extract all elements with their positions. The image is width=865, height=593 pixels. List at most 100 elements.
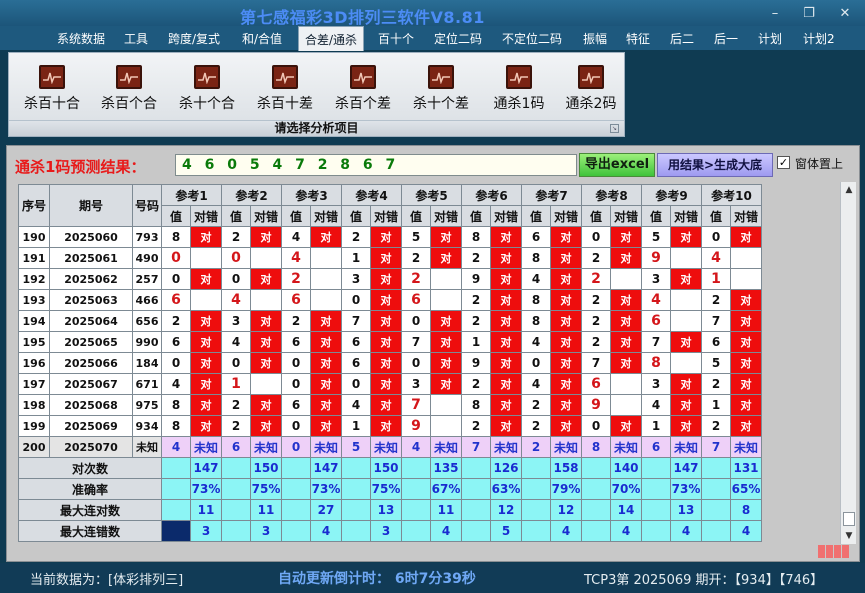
menu-item-10[interactable]: 后二 — [670, 30, 694, 47]
ref-value: 1 — [641, 415, 671, 437]
table-row[interactable]: 198 2025068 975 8 对 2 对 6 对 4 对 7 8 对 2 对 9 4 对 1 对 — [18, 394, 762, 416]
table-row[interactable]: 196 2025066 184 0 对 0 对 0 对 6 对 0 对 9 对 0 对 7 对 8 5 对 — [18, 352, 762, 374]
result-miss — [310, 247, 342, 269]
result-miss — [430, 394, 462, 416]
row-seq: 195 — [18, 331, 50, 353]
ref-value: 0 — [581, 415, 611, 437]
stat-value: 4 — [670, 520, 702, 542]
header-result: 对错 — [610, 205, 642, 227]
minimize-button[interactable]: – — [767, 6, 783, 21]
ref-value: 8 — [521, 247, 551, 269]
stat-label: 对次数 — [18, 457, 162, 479]
ref-value: 4 — [521, 331, 551, 353]
analysis-grid: 序号 期号 号码 参考1 参考2 参考3 参考4 参考5 参考6 参考7 参考8 参考9 参考10 值对错… — [18, 184, 762, 542]
ref-value: 8 — [641, 352, 671, 374]
menu-item-6[interactable]: 定位二码 — [434, 30, 482, 47]
close-button[interactable]: ✕ — [837, 6, 853, 21]
pending-row[interactable]: 200 2025070 未知 4 未知 6 未知 0 未知 5 未知 4 未知 7 未知 2 未知 8 未知 6 未知 7… — [18, 436, 762, 458]
ref-value: 3 — [221, 310, 251, 332]
menu-item-11[interactable]: 后一 — [714, 30, 738, 47]
resize-grip[interactable] — [818, 545, 854, 560]
stat-blank — [281, 520, 311, 542]
stat-value: 11 — [190, 499, 222, 521]
result-unknown: 未知 — [190, 436, 222, 458]
stat-blank — [161, 478, 191, 500]
ref-value: 8 — [461, 394, 491, 416]
result-unknown: 未知 — [670, 436, 702, 458]
table-row[interactable]: 193 2025063 466 6 4 6 0 对 6 2 对 8 对 2 对 4 2 对 — [18, 289, 762, 311]
scroll-thumb[interactable] — [843, 512, 855, 526]
vertical-scrollbar[interactable]: ▲ ▼ — [840, 182, 856, 544]
ref-value: 2 — [401, 247, 431, 269]
generate-base-button[interactable]: 用结果>生成大底 — [657, 153, 773, 177]
scroll-up-icon[interactable]: ▲ — [841, 182, 857, 198]
result-ok: 对 — [490, 289, 522, 311]
ribbon-button-2[interactable]: 杀十个合 — [171, 65, 243, 113]
ref-value: 9 — [641, 247, 671, 269]
ref-value: 6 — [281, 331, 311, 353]
ref-value: 6 — [161, 331, 191, 353]
prediction-label: 通杀1码预测结果： — [15, 158, 146, 176]
ribbon-button-6[interactable]: 通杀1码 — [483, 65, 555, 113]
ref-value: 2 — [581, 247, 611, 269]
menu-item-5[interactable]: 百十个 — [378, 30, 414, 47]
ref-value: 9 — [581, 394, 611, 416]
ribbon-button-7[interactable]: 通杀2码 — [555, 65, 627, 113]
ribbon-button-label: 杀十个合 — [179, 96, 235, 112]
menu-item-2[interactable]: 跨度/复式 — [168, 30, 220, 47]
stat-value: 14 — [610, 499, 642, 521]
stat-value: 4 — [730, 520, 762, 542]
stat-blank — [581, 520, 611, 542]
ribbon-button-5[interactable]: 杀十个差 — [405, 65, 477, 113]
header-ref-8: 参考8 — [581, 184, 642, 206]
ribbon-button-3[interactable]: 杀百十差 — [249, 65, 321, 113]
header-period: 期号 — [49, 184, 133, 227]
ribbon-panel: 请选择分析项目 ↘ 杀百十合 杀百个合 杀十个合 杀百十差 杀百个差 杀十个差 通杀1码 通杀… — [8, 52, 625, 137]
status-bar: 当前数据为：[体彩排列三] 自动更新倒计时： 6时7分39秒 TCP3第 202… — [0, 563, 865, 593]
table-row[interactable]: 194 2025064 656 2 对 3 对 2 对 7 对 0 对 2 对 8 对 2 对 6 7 对 — [18, 310, 762, 332]
ribbon-launcher-icon[interactable]: ↘ — [610, 124, 619, 133]
menu-item-9[interactable]: 特征 — [626, 30, 650, 47]
ref-value: 2 — [461, 247, 491, 269]
chart-icon — [194, 65, 220, 89]
table-row[interactable]: 199 2025069 934 8 对 2 对 0 对 1 对 9 2 对 2 对 0 对 1 对 2 对 — [18, 415, 762, 437]
stat-row: 最大连错数 3 3 4 3 4 5 4 4 4 4 — [18, 520, 762, 542]
row-period: 2025061 — [49, 247, 133, 269]
menu-item-1[interactable]: 工具 — [124, 30, 148, 47]
table-row[interactable]: 191 2025061 490 0 0 4 1 对 2 对 2 对 8 对 2 对 9 4 — [18, 247, 762, 269]
table-row[interactable]: 197 2025067 671 4 对 1 0 对 0 对 3 对 2 对 4 对 6 3 对 2 对 — [18, 373, 762, 395]
window-top-checkbox[interactable]: ✓ — [777, 156, 790, 169]
header-value: 值 — [581, 205, 611, 227]
menu-item-4[interactable]: 合差/通杀 — [298, 26, 365, 51]
row-period: 2025060 — [49, 226, 133, 248]
export-excel-button[interactable]: 导出excel — [579, 153, 655, 177]
header-seq: 序号 — [18, 184, 50, 227]
ribbon-button-4[interactable]: 杀百个差 — [327, 65, 399, 113]
scroll-down-icon[interactable]: ▼ — [841, 528, 857, 544]
menu-item-3[interactable]: 和/合值 — [242, 30, 282, 47]
menu-item-8[interactable]: 振幅 — [583, 30, 607, 47]
ref-value: 1 — [341, 247, 371, 269]
table-row[interactable]: 192 2025062 257 0 对 0 对 2 3 对 2 9 对 4 对 2 3 对 1 — [18, 268, 762, 290]
menu-item-7[interactable]: 不定位二码 — [502, 30, 562, 47]
result-ok: 对 — [610, 310, 642, 332]
result-ok: 对 — [370, 289, 402, 311]
table-row[interactable]: 195 2025065 990 6 对 4 对 6 对 6 对 7 对 1 对 4 对 2 对 7 对 6 对 — [18, 331, 762, 353]
menu-item-0[interactable]: 系统数据 — [57, 30, 105, 47]
menu-item-13[interactable]: 计划2 — [803, 30, 835, 47]
maximize-button[interactable]: ❐ — [801, 6, 817, 21]
ref-value: 4 — [161, 436, 191, 458]
result-ok: 对 — [250, 394, 282, 416]
ribbon-button-0[interactable]: 杀百十合 — [16, 65, 88, 113]
result-ok: 对 — [490, 394, 522, 416]
stat-blank — [461, 478, 491, 500]
ribbon-button-1[interactable]: 杀百个合 — [93, 65, 165, 113]
result-ok: 对 — [190, 394, 222, 416]
stat-value: 135 — [430, 457, 462, 479]
prediction-output[interactable]: 4 6 0 5 4 7 2 8 6 7 — [175, 154, 577, 176]
table-row[interactable]: 190 2025060 793 8 对 2 对 4 对 2 对 5 对 8 对 6 对 0 对 5 对 0 对 — [18, 226, 762, 248]
result-ok: 对 — [310, 310, 342, 332]
menu-item-12[interactable]: 计划 — [758, 30, 782, 47]
stat-value: 5 — [490, 520, 522, 542]
ref-value: 4 — [161, 373, 191, 395]
